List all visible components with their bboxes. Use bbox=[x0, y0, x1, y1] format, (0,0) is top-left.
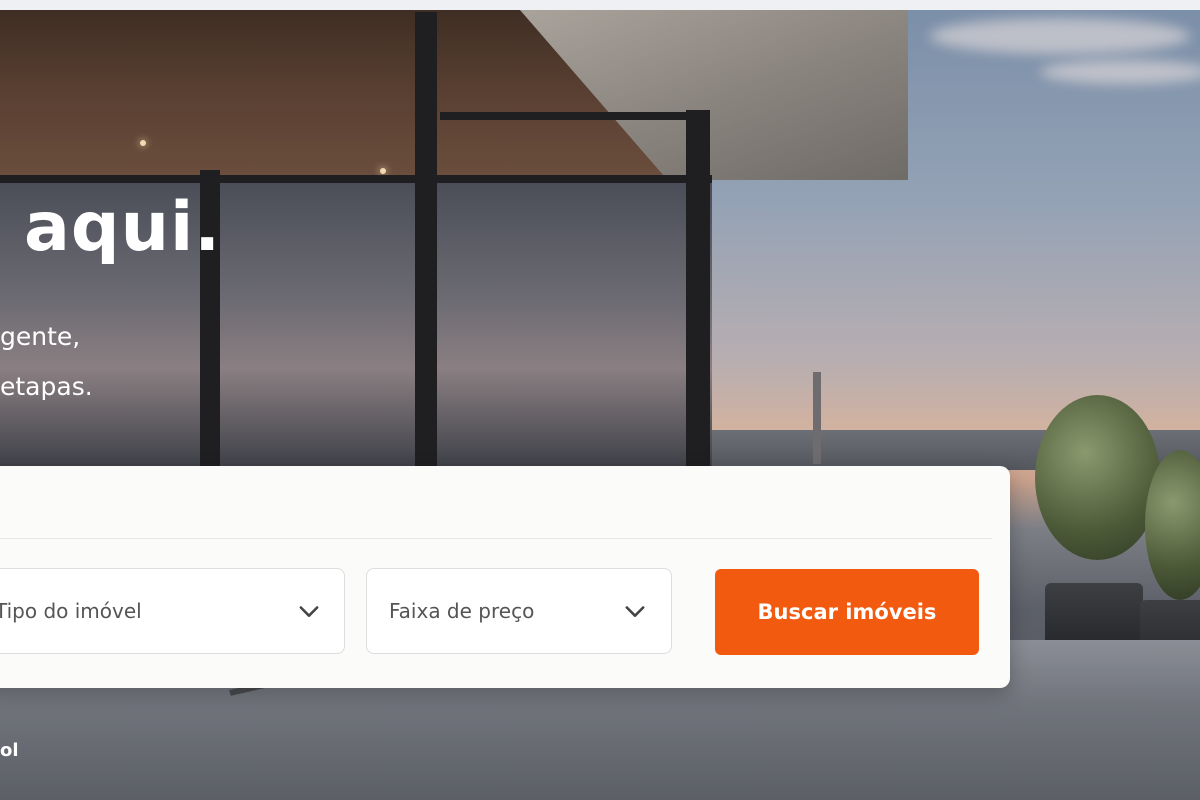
ceiling-light bbox=[380, 168, 386, 174]
cloud bbox=[1040, 60, 1200, 84]
top-bar-strip bbox=[0, 0, 1200, 10]
footer-glyph: ol bbox=[0, 740, 19, 761]
window-frame bbox=[0, 175, 712, 183]
search-card: Tipo do imóvel Faixa de preço Buscar imó… bbox=[0, 466, 1010, 688]
hero-title: aqui. bbox=[24, 188, 222, 267]
property-type-label: Tipo do imóvel bbox=[0, 599, 142, 623]
cloud bbox=[930, 18, 1190, 54]
hero-subtitle: gente, etapas. bbox=[0, 312, 93, 412]
hero-subtitle-line: gente, bbox=[0, 322, 81, 351]
ceiling-light bbox=[140, 140, 146, 146]
price-range-select[interactable]: Faixa de preço bbox=[366, 568, 672, 654]
card-divider bbox=[0, 538, 992, 539]
tower bbox=[813, 372, 821, 464]
price-range-label: Faixa de preço bbox=[389, 599, 535, 623]
chevron-down-icon bbox=[625, 606, 645, 617]
window-frame bbox=[686, 110, 710, 467]
search-properties-button[interactable]: Buscar imóveis bbox=[715, 569, 979, 655]
window-frame bbox=[440, 112, 710, 120]
property-type-select[interactable]: Tipo do imóvel bbox=[0, 568, 345, 654]
hero-subtitle-line: etapas. bbox=[0, 372, 93, 401]
window-frame bbox=[415, 12, 437, 467]
chevron-down-icon bbox=[299, 606, 319, 617]
potted-plant bbox=[1035, 395, 1160, 560]
